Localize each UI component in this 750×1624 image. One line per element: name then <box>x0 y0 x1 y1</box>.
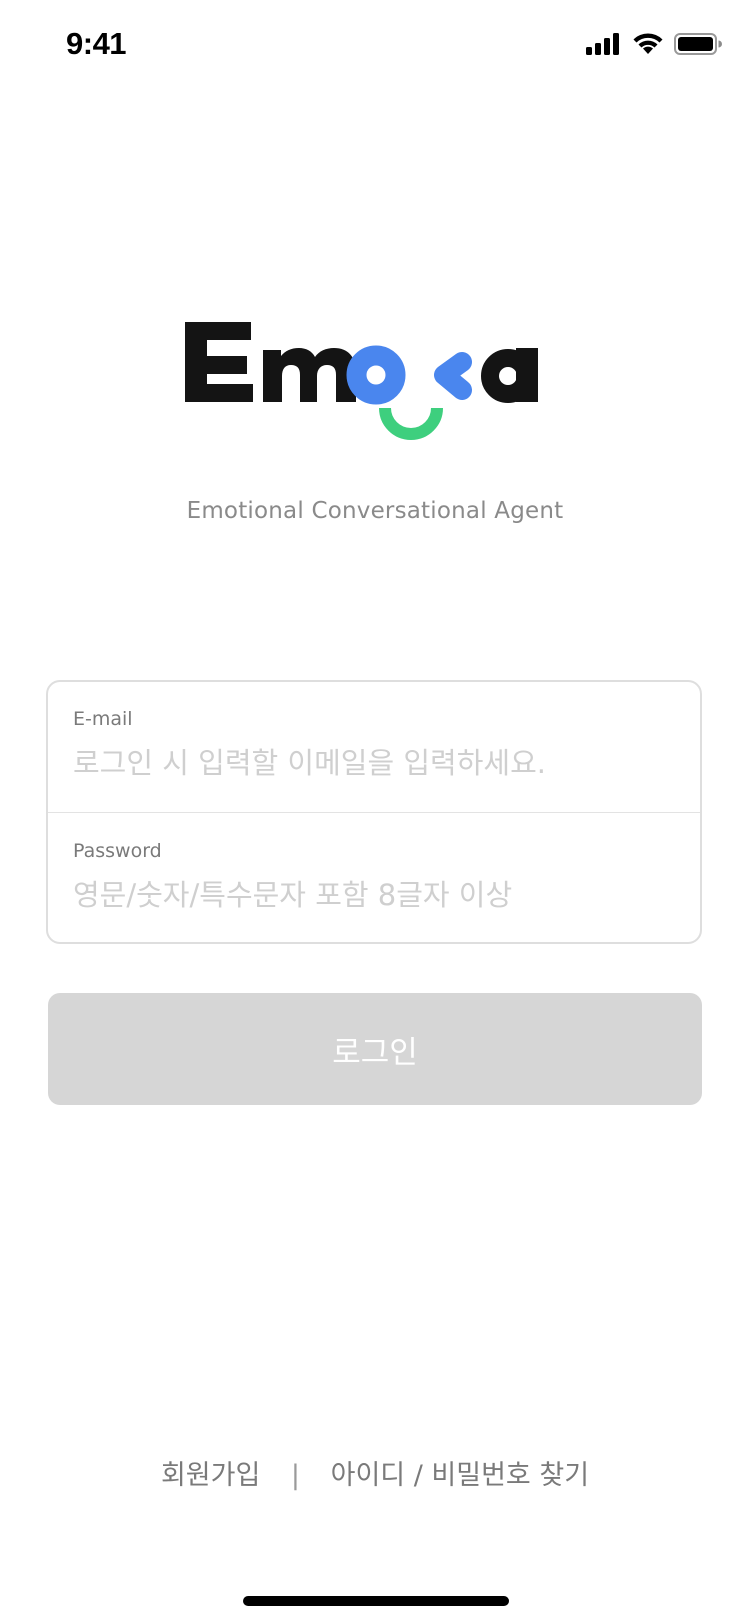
status-bar: 9:41 <box>0 0 750 96</box>
email-field-group: E-mail <box>48 682 700 813</box>
password-input[interactable] <box>73 878 673 912</box>
password-field-group: Password <box>48 814 700 945</box>
login-button[interactable]: 로그인 <box>48 993 702 1105</box>
battery-icon <box>674 32 722 60</box>
wifi-icon <box>632 32 664 60</box>
emoca-logo <box>185 318 545 448</box>
find-account-link[interactable]: 아이디 / 비밀번호 찾기 <box>331 1460 589 1491</box>
login-form: E-mail Password <box>46 680 702 944</box>
signup-link[interactable]: 회원가입 <box>161 1460 260 1491</box>
footer-links: 회원가입 | 아이디 / 비밀번호 찾기 <box>0 1453 750 1492</box>
password-label: Password <box>73 840 162 862</box>
status-icons <box>586 32 722 60</box>
email-label: E-mail <box>73 708 133 730</box>
home-indicator[interactable] <box>243 1596 509 1606</box>
footer-separator: | <box>290 1460 301 1491</box>
cellular-signal-icon <box>586 32 622 60</box>
email-input[interactable] <box>73 746 673 780</box>
status-time: 9:41 <box>66 26 127 61</box>
tagline: Emotional Conversational Agent <box>186 498 564 524</box>
